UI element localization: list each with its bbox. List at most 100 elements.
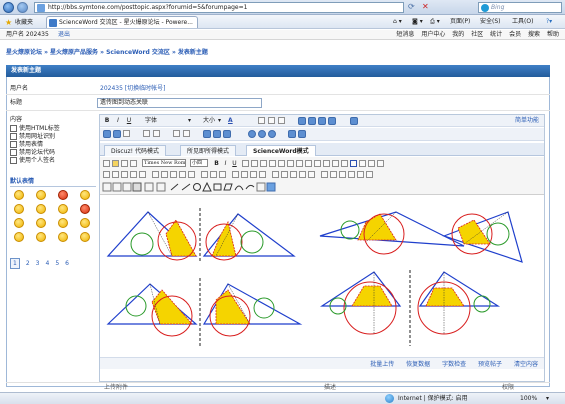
size-dropdown-icon[interactable]: ▾ [218,116,221,125]
flash-icon[interactable] [223,130,231,138]
favorites-button[interactable]: ★ 收藏夹 [2,16,38,28]
menu-security[interactable]: 安全(S) [480,17,501,27]
logout-link[interactable]: 退出 [58,30,70,40]
align-left-icon[interactable] [258,117,265,124]
image-tool-icon[interactable] [266,182,276,192]
sw-italic-button[interactable]: I [222,159,229,168]
eraser-icon[interactable] [123,130,130,137]
open-folder-icon[interactable] [112,160,119,167]
sw-bold-button[interactable]: B [213,159,220,168]
home-icon[interactable]: ⌂ ▾ [393,17,402,27]
sw-tool-icon[interactable] [152,171,159,178]
special-char-icon[interactable] [288,130,296,138]
sw-tool-icon[interactable] [219,171,226,178]
checkbox[interactable] [10,125,17,132]
tool-icon[interactable] [156,182,166,192]
emote-page[interactable]: 6 [65,259,69,268]
sw-tool-icon[interactable] [348,171,355,178]
tool-icon[interactable] [132,182,142,192]
sw-tool-icon[interactable] [161,171,168,178]
smiley-icon[interactable] [36,218,46,228]
sw-tool-icon[interactable] [290,171,297,178]
sw-subscript-icon[interactable] [314,160,321,167]
sw-tool-icon[interactable] [130,171,137,178]
size-select[interactable]: 大小 [203,116,215,125]
smiley-icon[interactable] [14,232,24,242]
select-tool-icon[interactable] [112,182,122,192]
smiley-icon[interactable] [58,232,68,242]
option-smilies[interactable]: 禁用表情 [10,141,96,149]
breadcrumb[interactable]: 星火燎原论坛 » 星火燎原产品服务 » ScienceWord 交流区 » 发表… [6,48,208,58]
link-icon[interactable] [298,117,306,125]
font-color-icon[interactable]: A [228,116,233,125]
sw-tool-icon[interactable] [308,171,315,178]
sw-tool-icon[interactable] [250,171,257,178]
link-help[interactable]: 帮助 [547,31,559,38]
sw-tool-icon[interactable] [210,171,217,178]
help-circle-icon[interactable] [248,130,256,138]
sw-tool-icon[interactable] [259,171,266,178]
sw-tool-icon[interactable] [241,171,248,178]
bold-button[interactable]: B [103,116,111,125]
option-signature[interactable]: 使用个人签名 [10,157,96,165]
ordered-list-icon[interactable] [143,130,150,137]
tab-wysiwyg[interactable]: 所见即所得模式 [180,145,237,156]
parallelogram-tool-icon[interactable] [223,183,233,191]
smiley-icon[interactable] [36,190,46,200]
print-icon[interactable]: ⎙ ▾ [430,17,440,27]
smiley-icon[interactable] [14,218,24,228]
sw-list-icon[interactable] [278,160,285,167]
stop-icon[interactable]: ✕ [422,2,432,12]
smiley-icon[interactable] [58,204,68,214]
link-mine[interactable]: 我的 [452,31,464,38]
tool-icon[interactable] [144,182,154,192]
smiley-icon[interactable] [80,232,90,242]
circle-tool-icon[interactable] [193,183,201,191]
attach-label[interactable]: 上传附件 [104,383,128,392]
sw-align-center-icon[interactable] [251,160,258,167]
italic-button[interactable]: I [114,116,122,125]
sw-tool-icon[interactable] [366,171,373,178]
sw-close-icon[interactable] [377,160,384,167]
indent-icon[interactable] [173,130,180,137]
smiley-icon[interactable] [58,218,68,228]
sw-tool-icon[interactable] [232,171,239,178]
smiley-icon[interactable] [36,204,46,214]
smiley-icon[interactable] [36,232,46,242]
arc-tool-icon[interactable] [234,185,244,191]
smile-toggle-icon[interactable] [350,117,358,125]
sw-fraction-icon[interactable] [359,160,366,167]
link-search[interactable]: 搜索 [528,31,540,38]
sw-eraser-icon[interactable] [341,160,348,167]
smiley-icon[interactable] [14,190,24,200]
emote-page[interactable]: 5 [55,259,59,268]
link-messages[interactable]: 短消息 [396,31,414,38]
url-input[interactable]: http://bbs.symtone.com/posttopic.aspx?fo… [34,2,404,13]
emote-page[interactable]: 1 [10,258,20,269]
smiley-icon[interactable] [80,218,90,228]
sw-tool-icon[interactable] [272,171,279,178]
font-dropdown-icon[interactable]: ▾ [188,116,191,125]
new-doc-icon[interactable] [103,160,110,167]
sw-tool-icon[interactable] [179,171,186,178]
batch-upload-link[interactable]: 批量上传 [370,361,394,368]
menu-tools[interactable]: 工具(O) [512,17,533,27]
link-members[interactable]: 会员 [509,31,521,38]
link-usercenter[interactable]: 用户中心 [421,31,445,38]
word-count-link[interactable]: 字数检查 [442,361,466,368]
triangle-tool-icon[interactable] [202,182,212,192]
restore-data-link[interactable]: 恢复数据 [406,361,430,368]
sw-omega-icon[interactable] [323,160,330,167]
free-icon[interactable] [258,130,266,138]
sw-tool-icon[interactable] [112,171,119,178]
undo-icon[interactable] [103,130,111,138]
help-icon[interactable]: ?▾ [546,17,552,27]
refresh-icon[interactable]: ⟳ [408,2,418,12]
sw-edit-icon[interactable] [332,160,339,167]
smiley-icon[interactable] [80,204,90,214]
sw-size-select[interactable]: 小四 [190,159,208,167]
align-right-icon[interactable] [278,117,285,124]
forward-icon[interactable] [17,2,28,13]
tab-scienceword[interactable]: ScienceWord模式 [246,145,316,156]
tool-icon[interactable] [122,182,132,192]
